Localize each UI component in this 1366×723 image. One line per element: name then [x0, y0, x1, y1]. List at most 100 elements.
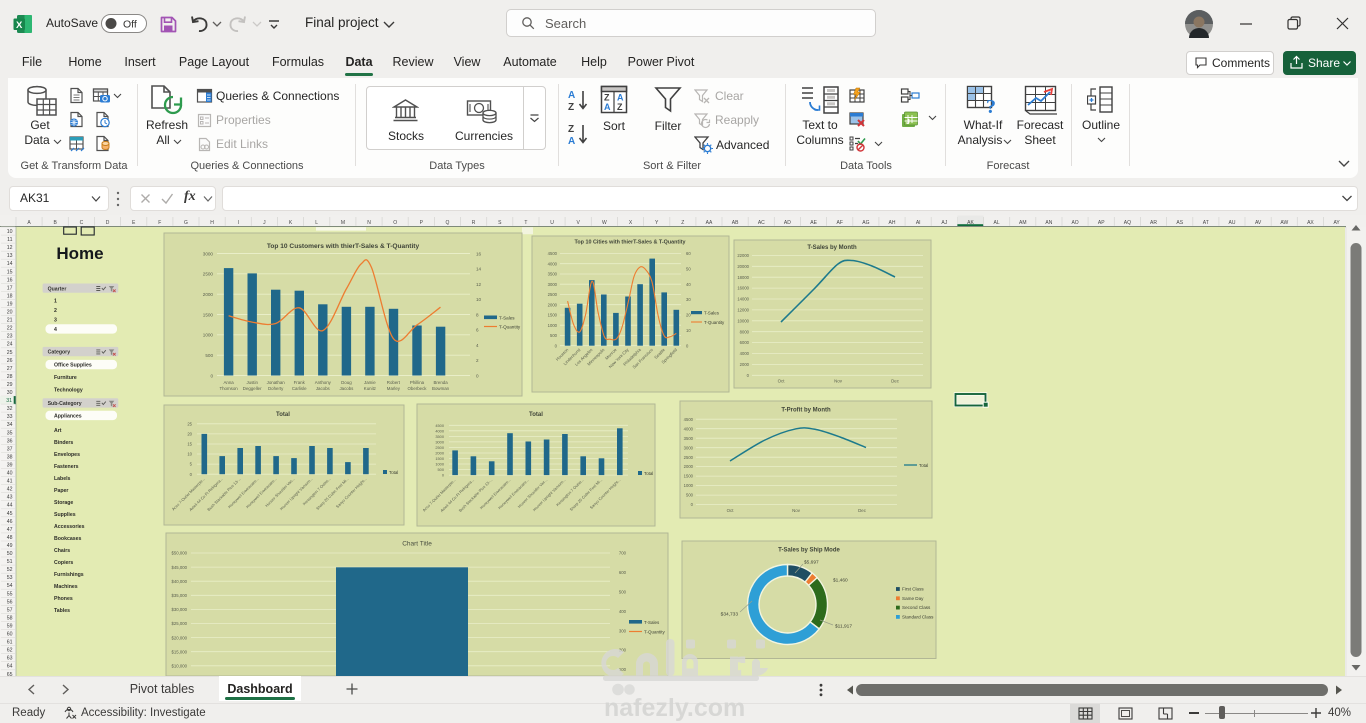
svg-text:AD: AD: [784, 220, 791, 226]
svg-text:10: 10: [187, 452, 192, 457]
svg-text:F: F: [158, 220, 161, 226]
svg-text:Jamie: Jamie: [364, 380, 376, 385]
svg-text:20: 20: [7, 310, 13, 316]
svg-text:AI: AI: [916, 220, 921, 226]
svg-text:Phillina: Phillina: [410, 380, 425, 385]
svg-text:$35,000: $35,000: [171, 593, 187, 598]
svg-text:AH: AH: [889, 220, 896, 226]
svg-text:Anthony: Anthony: [315, 380, 332, 385]
svg-text:8000: 8000: [740, 329, 750, 334]
svg-text:AN: AN: [1045, 220, 1052, 226]
svg-text:53: 53: [7, 575, 13, 581]
svg-text:59: 59: [7, 624, 13, 630]
svg-text:Envelopes: Envelopes: [54, 452, 80, 458]
svg-text:4: 4: [476, 343, 479, 348]
svg-text:38: 38: [7, 454, 13, 460]
svg-text:18: 18: [7, 293, 13, 299]
svg-text:AX: AX: [1307, 220, 1314, 226]
svg-text:Bowman: Bowman: [432, 386, 450, 391]
svg-text:T-Sales: T-Sales: [644, 620, 660, 625]
svg-text:60: 60: [686, 251, 691, 256]
svg-text:H: H: [210, 220, 214, 226]
svg-text:AO: AO: [1071, 220, 1078, 226]
svg-text:Off: Off: [123, 19, 137, 31]
svg-text:Appliances: Appliances: [54, 414, 82, 420]
svg-text:17: 17: [7, 285, 13, 291]
svg-text:Sub-Category: Sub-Category: [48, 401, 82, 407]
svg-text:13: 13: [7, 253, 13, 259]
svg-text:$11,917: $11,917: [835, 624, 852, 630]
svg-text:2000: 2000: [548, 302, 558, 307]
svg-text:Phones: Phones: [54, 596, 73, 602]
svg-text:Nov: Nov: [792, 508, 801, 513]
svg-text:Brenda: Brenda: [434, 380, 449, 385]
svg-text:62: 62: [7, 648, 13, 654]
svg-text:4500: 4500: [684, 417, 694, 422]
svg-text:Dec: Dec: [858, 508, 867, 513]
svg-text:40: 40: [7, 471, 13, 477]
svg-text:2: 2: [476, 358, 479, 363]
svg-text:14: 14: [476, 267, 482, 272]
svg-text:Dec: Dec: [891, 379, 900, 384]
svg-text:45: 45: [7, 511, 13, 517]
svg-text:23: 23: [7, 334, 13, 340]
svg-text:M: M: [341, 220, 345, 226]
svg-text:2: 2: [54, 308, 57, 314]
svg-text:25: 25: [7, 350, 13, 356]
svg-text:Bookcases: Bookcases: [54, 536, 82, 542]
svg-text:3: 3: [54, 318, 57, 324]
svg-text:61: 61: [7, 640, 13, 646]
svg-text:2500: 2500: [203, 272, 214, 277]
svg-text:AB: AB: [732, 220, 739, 226]
svg-text:14: 14: [7, 261, 13, 267]
svg-text:19: 19: [7, 302, 13, 308]
svg-text:40: 40: [686, 282, 691, 287]
svg-text:6000: 6000: [740, 340, 750, 345]
svg-text:Jacobs: Jacobs: [339, 386, 354, 391]
svg-text:20000: 20000: [737, 264, 749, 269]
svg-text:Justin: Justin: [246, 380, 258, 385]
svg-text:D: D: [106, 220, 110, 226]
svg-text:0: 0: [210, 373, 213, 378]
svg-text:20: 20: [686, 313, 691, 318]
svg-text:First Class: First Class: [902, 587, 924, 592]
svg-text:T-Quantity: T-Quantity: [644, 630, 666, 635]
svg-text:2000: 2000: [203, 292, 214, 297]
svg-text:Technology: Technology: [54, 387, 83, 393]
svg-text:Robert: Robert: [387, 380, 401, 385]
svg-text:Deggeller: Deggeller: [243, 386, 262, 391]
svg-text:500: 500: [205, 353, 213, 358]
svg-text:AU: AU: [1229, 220, 1236, 226]
svg-text:Fasteners: Fasteners: [54, 464, 79, 470]
svg-text:$25,000: $25,000: [171, 621, 187, 626]
svg-text:1500: 1500: [435, 456, 444, 461]
svg-text:AP: AP: [1098, 220, 1105, 226]
svg-text:3000: 3000: [548, 282, 558, 287]
svg-text:3500: 3500: [548, 272, 558, 277]
svg-text:AJ: AJ: [941, 220, 947, 226]
svg-text:Office Supplies: Office Supplies: [54, 363, 92, 369]
svg-text:AK: AK: [967, 220, 974, 226]
svg-text:AR: AR: [1150, 220, 1157, 226]
svg-text:N: N: [367, 220, 371, 226]
svg-text:Carlisle: Carlisle: [292, 386, 307, 391]
svg-text:Total: Total: [919, 463, 928, 468]
svg-text:J: J: [906, 119, 910, 126]
svg-text:46: 46: [7, 519, 13, 525]
svg-text:47: 47: [7, 527, 13, 533]
svg-text:26: 26: [7, 358, 13, 364]
svg-text:G: G: [184, 220, 188, 226]
svg-text:15: 15: [7, 269, 13, 275]
svg-text:Binders: Binders: [54, 440, 73, 446]
svg-text:4000: 4000: [435, 428, 444, 433]
svg-text:Anna: Anna: [223, 380, 234, 385]
svg-text:AW: AW: [1280, 220, 1288, 226]
svg-text:$20,000: $20,000: [171, 635, 187, 640]
svg-text:Paper: Paper: [54, 488, 68, 494]
svg-text:14000: 14000: [737, 297, 749, 302]
svg-text:500: 500: [686, 493, 694, 498]
svg-text:32: 32: [7, 406, 13, 412]
svg-text:30: 30: [686, 297, 691, 302]
svg-text:56: 56: [7, 599, 13, 605]
svg-text:54: 54: [7, 583, 13, 589]
